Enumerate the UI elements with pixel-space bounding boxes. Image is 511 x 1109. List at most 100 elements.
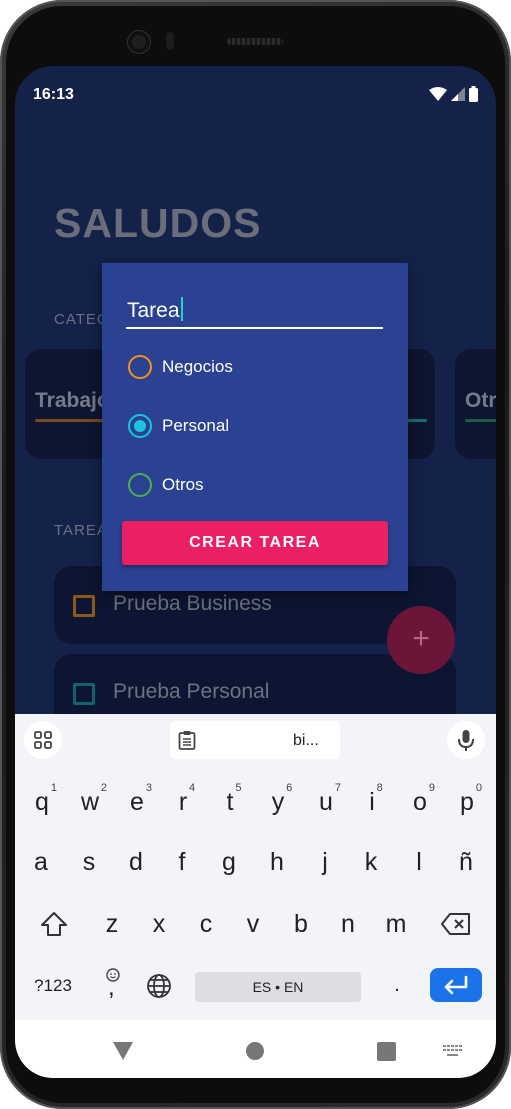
add-task-fab[interactable]: +	[387, 606, 455, 674]
microphone-icon	[458, 730, 474, 751]
category-progress-bar	[465, 419, 496, 422]
key-letter: i	[369, 788, 375, 816]
keyboard-switch-icon[interactable]	[443, 1045, 463, 1057]
period-key[interactable]: .	[385, 974, 409, 997]
back-icon[interactable]	[113, 1042, 133, 1060]
key-letter: r	[178, 788, 188, 816]
plus-icon: +	[412, 622, 430, 655]
radio-label: Otros	[162, 475, 204, 494]
key-c[interactable]: c	[195, 910, 217, 939]
task-checkbox[interactable]	[73, 683, 95, 705]
key-number-hint: 6	[286, 782, 293, 794]
language-key[interactable]	[145, 973, 173, 1006]
task-name-input[interactable]: Tarea	[126, 293, 383, 329]
key-z[interactable]: z	[101, 910, 123, 939]
enter-arrow-icon	[444, 975, 468, 995]
radio-personal[interactable]: Personal	[128, 414, 229, 438]
battery-icon	[469, 86, 478, 102]
key-number-hint: 8	[376, 782, 383, 794]
key-i[interactable]: i8	[361, 782, 383, 817]
key-d[interactable]: d	[125, 848, 147, 877]
key-ñ[interactable]: ñ	[455, 848, 477, 877]
clipboard-suggestion[interactable]: bi...	[170, 721, 340, 759]
home-icon[interactable]	[246, 1042, 264, 1060]
app-title: SALUDOS	[54, 200, 262, 246]
key-k[interactable]: k	[360, 848, 382, 877]
radio-circle-selected	[128, 414, 152, 438]
radio-label: Negocios	[162, 357, 233, 376]
task-text: Prueba Business	[113, 592, 272, 615]
symbols-key[interactable]: ?123	[29, 976, 77, 996]
enter-key[interactable]	[430, 968, 482, 1002]
category-name: Otros	[465, 389, 496, 412]
clipboard-text: bi...	[293, 732, 319, 749]
category-card-otros[interactable]: Otros	[455, 349, 496, 459]
key-u[interactable]: u7	[315, 782, 341, 817]
clipboard-icon	[178, 731, 196, 750]
space-bar[interactable]: ES • EN	[195, 972, 361, 1002]
key-a[interactable]: a	[30, 848, 52, 877]
key-e[interactable]: e3	[126, 782, 152, 817]
key-j[interactable]: j	[314, 848, 336, 877]
soft-keyboard: bi... q1w2e3r4t5y6u7i8o9p0 asdfghjklñ zx…	[15, 714, 496, 1020]
create-task-button[interactable]: CREAR TAREA	[122, 521, 388, 565]
key-w[interactable]: w2	[79, 782, 107, 817]
comma-label: ,	[108, 974, 115, 1001]
apps-grid-button[interactable]	[24, 721, 62, 759]
radio-negocios[interactable]: Negocios	[128, 355, 233, 379]
key-r[interactable]: r4	[172, 782, 195, 817]
key-letter: y	[271, 788, 285, 816]
key-p[interactable]: p0	[456, 782, 482, 817]
grid-icon	[34, 731, 52, 749]
key-letter: t	[226, 788, 234, 816]
key-v[interactable]: v	[242, 910, 264, 939]
key-f[interactable]: f	[171, 848, 193, 877]
key-letter: e	[130, 788, 144, 816]
radio-label: Personal	[162, 416, 230, 435]
key-q[interactable]: q1	[31, 782, 57, 817]
radio-otros[interactable]: Otros	[128, 473, 204, 497]
key-x[interactable]: x	[148, 910, 170, 939]
key-number-hint: 0	[475, 782, 482, 794]
backspace-key[interactable]	[439, 911, 473, 944]
key-number-hint: 1	[50, 782, 57, 794]
key-o[interactable]: o9	[409, 782, 435, 817]
radio-dot	[134, 420, 146, 432]
key-h[interactable]: h	[266, 848, 288, 877]
front-camera	[128, 31, 150, 53]
task-text: Prueba Personal	[113, 680, 270, 703]
key-letter: p	[460, 788, 474, 816]
key-number-hint: 4	[189, 782, 196, 794]
new-task-dialog: Tarea Negocios Personal Otros CREAR TARE…	[102, 263, 408, 591]
status-time: 16:13	[33, 86, 74, 103]
shift-key[interactable]	[37, 910, 71, 945]
recents-icon[interactable]	[377, 1042, 396, 1061]
key-number-hint: 3	[145, 782, 152, 794]
keyboard-toolbar: bi...	[15, 714, 496, 766]
key-number-hint: 2	[100, 782, 108, 794]
key-l[interactable]: l	[408, 848, 430, 877]
text-cursor	[180, 297, 183, 321]
key-number-hint: 7	[334, 782, 341, 794]
key-letter: u	[319, 788, 333, 816]
key-letter: q	[35, 788, 49, 816]
key-n[interactable]: n	[337, 910, 359, 939]
key-y[interactable]: y6	[267, 782, 293, 817]
category-name: Trabajo	[35, 389, 110, 412]
shift-icon	[41, 912, 67, 936]
key-m[interactable]: m	[385, 910, 407, 939]
earpiece-speaker	[227, 38, 283, 45]
wifi-icon	[429, 87, 447, 101]
cellular-signal-icon	[451, 87, 465, 101]
voice-input-button[interactable]	[447, 721, 485, 759]
key-t[interactable]: t5	[219, 782, 242, 817]
key-g[interactable]: g	[218, 848, 240, 877]
proximity-sensor	[166, 32, 174, 50]
task-checkbox[interactable]	[73, 595, 95, 617]
key-s[interactable]: s	[78, 848, 100, 877]
screen: 16:13 SALUDOS CATEGORÍAS Trabajo Otros T…	[15, 66, 496, 1078]
radio-circle	[128, 355, 152, 379]
key-letter: w	[80, 788, 100, 816]
key-b[interactable]: b	[290, 910, 312, 939]
system-navigation-bar	[15, 1020, 496, 1078]
